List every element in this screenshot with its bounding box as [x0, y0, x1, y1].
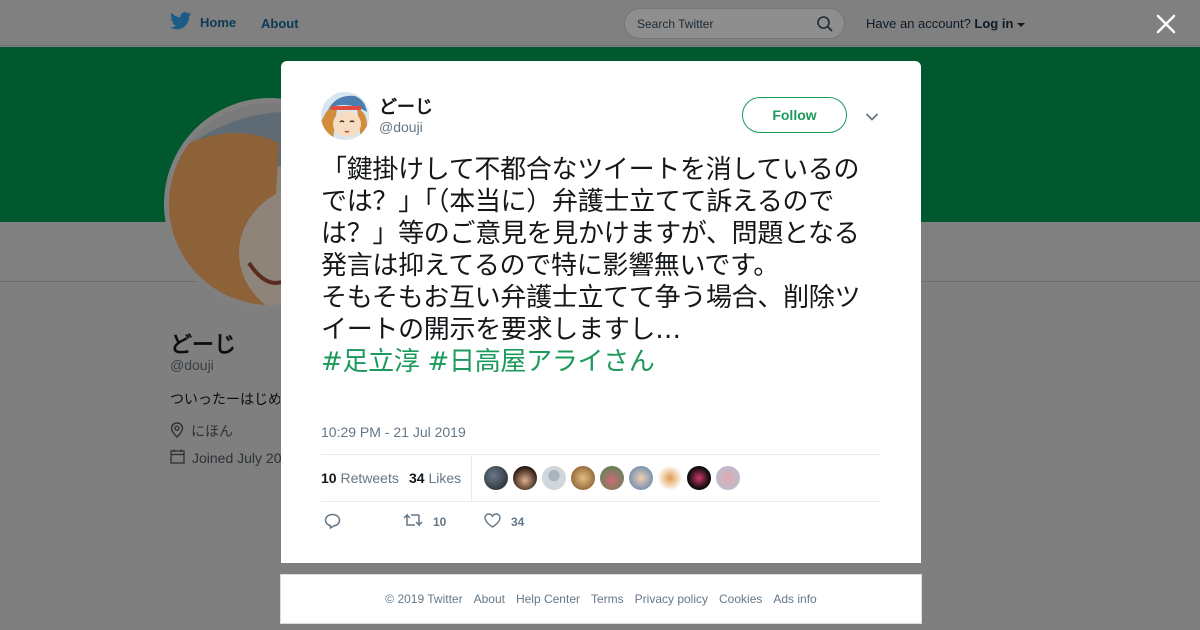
nav-home-label: Home: [200, 15, 237, 30]
profile-location: にほん: [170, 421, 233, 441]
retweets-stat[interactable]: 10 Retweets: [321, 470, 399, 486]
tweet-text-paragraph-2: そもそもお互い弁護士立てて争う場合、削除ツイートの開示を要求しますし…: [321, 283, 861, 345]
login-link[interactable]: Log in: [974, 16, 1013, 31]
account-prompt: Have an account? Log in: [866, 16, 1026, 31]
tweet-timestamp[interactable]: 10:29 PM - 21 Jul 2019: [321, 424, 466, 440]
twitter-bird-icon: [170, 12, 192, 33]
profile-handle: @douji: [170, 357, 214, 373]
retweets-count: 10: [321, 470, 337, 486]
like-action-count: 34: [511, 515, 525, 529]
liker-avatar[interactable]: [571, 466, 595, 490]
reply-button[interactable]: [324, 513, 341, 532]
tweet-hashtags[interactable]: #足立淳 #日高屋アライさん: [321, 346, 883, 378]
heart-icon: [484, 513, 501, 531]
tweet-text: 「鍵掛けして不都合なツイートを消しているのでは？」「（本当に）弁護士立てて訴える…: [321, 154, 883, 378]
footer-link-terms[interactable]: Terms: [591, 592, 624, 606]
profile-bio: ついったーはじめ: [170, 391, 280, 407]
follow-button[interactable]: Follow: [742, 97, 847, 133]
top-navigation-bar: Home About Search Twitter Have an accoun…: [0, 0, 1200, 46]
like-button[interactable]: 34: [484, 513, 524, 531]
nav-home-link[interactable]: Home: [170, 12, 236, 33]
liker-avatar[interactable]: [484, 466, 508, 490]
liker-avatar[interactable]: [716, 466, 740, 490]
liker-avatar[interactable]: [629, 466, 653, 490]
tweet-author-avatar[interactable]: [321, 92, 369, 140]
tweet-stats: 10 Retweets 34 Likes: [321, 454, 881, 502]
footer-link-privacy[interactable]: Privacy policy: [635, 592, 708, 606]
nav-about-link[interactable]: About: [261, 16, 299, 31]
likes-label: Likes: [428, 470, 462, 486]
retweet-icon: [403, 513, 423, 530]
tweet-actions: 10 34: [321, 513, 621, 535]
location-text: にほん: [191, 423, 233, 439]
footer: © 2019 Twitter About Help Center Terms P…: [280, 574, 922, 624]
liker-avatar[interactable]: [600, 466, 624, 490]
tweet-modal: どーじ @douji Follow 「鍵掛けして不都合なツイートを消しているので…: [281, 61, 921, 563]
retweet-button[interactable]: 10: [403, 513, 446, 530]
liker-avatar[interactable]: [687, 466, 711, 490]
footer-link-help-center[interactable]: Help Center: [516, 592, 580, 606]
reply-icon: [324, 513, 341, 532]
liker-avatar[interactable]: [542, 466, 566, 490]
tweet-text-paragraph-1: 「鍵掛けして不都合なツイートを消しているのでは？」「（本当に）弁護士立てて訴える…: [321, 155, 860, 281]
joined-text: Joined July 20: [192, 450, 282, 466]
caret-down-icon[interactable]: [1017, 16, 1026, 31]
tweet-author-name[interactable]: どーじ: [379, 93, 433, 119]
have-account-text: Have an account?: [866, 16, 971, 31]
calendar-icon: [170, 449, 185, 467]
tweet-author-handle[interactable]: @douji: [379, 119, 423, 135]
footer-link-ads-info[interactable]: Ads info: [773, 592, 816, 606]
retweet-action-count: 10: [433, 514, 447, 529]
likes-count: 34: [409, 470, 425, 486]
search-input[interactable]: Search Twitter: [624, 8, 845, 39]
location-pin-icon: [170, 421, 184, 441]
search-icon[interactable]: [816, 15, 834, 36]
stats-divider: [471, 455, 472, 501]
footer-link-about[interactable]: About: [474, 592, 505, 606]
liker-avatars: [484, 466, 740, 490]
liker-avatar[interactable]: [658, 466, 682, 490]
search-placeholder: Search Twitter: [637, 17, 714, 31]
profile-name: どーじ: [170, 332, 237, 357]
footer-copyright: © 2019 Twitter: [385, 592, 463, 606]
close-icon[interactable]: [1154, 12, 1178, 36]
profile-joined: Joined July 20: [170, 449, 282, 467]
chevron-down-icon[interactable]: [865, 109, 879, 127]
footer-link-cookies[interactable]: Cookies: [719, 592, 762, 606]
retweets-label: Retweets: [340, 470, 399, 486]
liker-avatar[interactable]: [513, 466, 537, 490]
likes-stat[interactable]: 34 Likes: [409, 470, 461, 486]
